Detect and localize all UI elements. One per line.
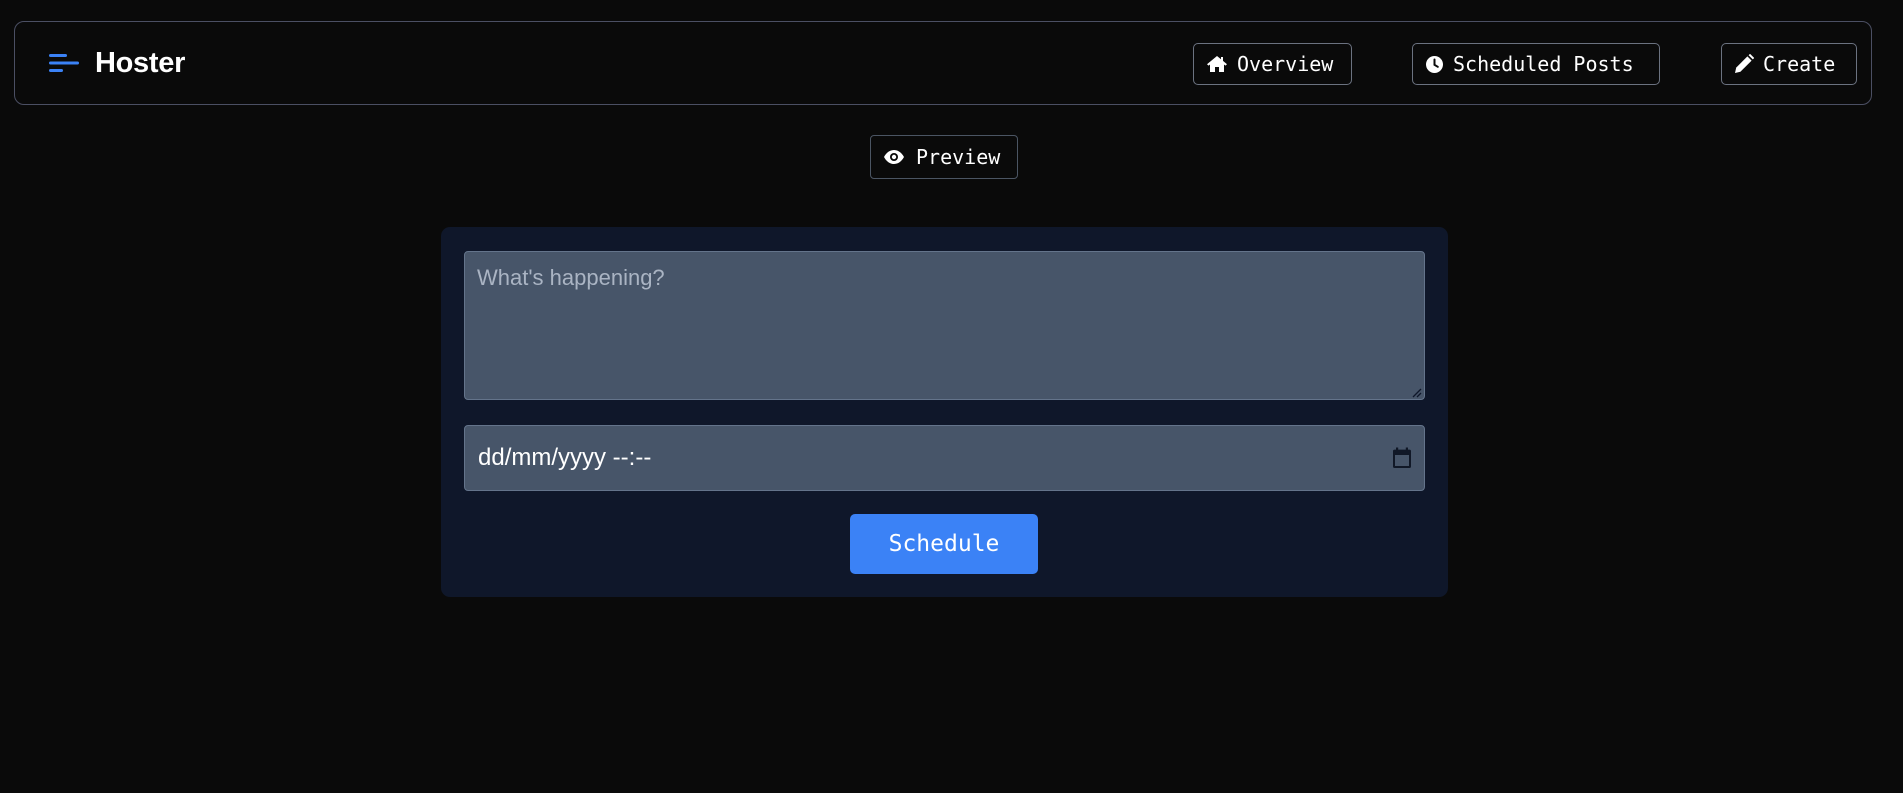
brand[interactable]: Hoster — [49, 22, 185, 104]
create-button[interactable]: Create — [1721, 43, 1857, 85]
top-navbar: Hoster Overview Scheduled Posts Create — [14, 21, 1872, 105]
home-icon — [1207, 56, 1227, 72]
scheduled-posts-button[interactable]: Scheduled Posts — [1412, 43, 1660, 85]
preview-button[interactable]: Preview — [870, 135, 1018, 179]
calendar-icon[interactable] — [1392, 447, 1412, 469]
brand-title: Hoster — [95, 46, 186, 79]
menu-lines-icon — [49, 54, 79, 72]
resize-grip-icon[interactable] — [1411, 387, 1422, 398]
compose-card: dd/mm/yyyy --:-- Schedule — [441, 227, 1448, 597]
eye-icon — [884, 150, 904, 164]
schedule-button[interactable]: Schedule — [850, 514, 1038, 574]
overview-button[interactable]: Overview — [1193, 43, 1352, 85]
scheduled-posts-label: Scheduled Posts — [1453, 52, 1634, 76]
clock-icon — [1426, 55, 1443, 73]
preview-label: Preview — [916, 145, 1001, 169]
datetime-value: dd/mm/yyyy --:-- — [478, 444, 652, 471]
schedule-datetime-input[interactable]: dd/mm/yyyy --:-- — [464, 425, 1425, 491]
create-label: Create — [1763, 52, 1836, 76]
pencil-icon — [1735, 54, 1754, 73]
post-text-input[interactable] — [464, 251, 1425, 400]
overview-label: Overview — [1237, 52, 1334, 76]
